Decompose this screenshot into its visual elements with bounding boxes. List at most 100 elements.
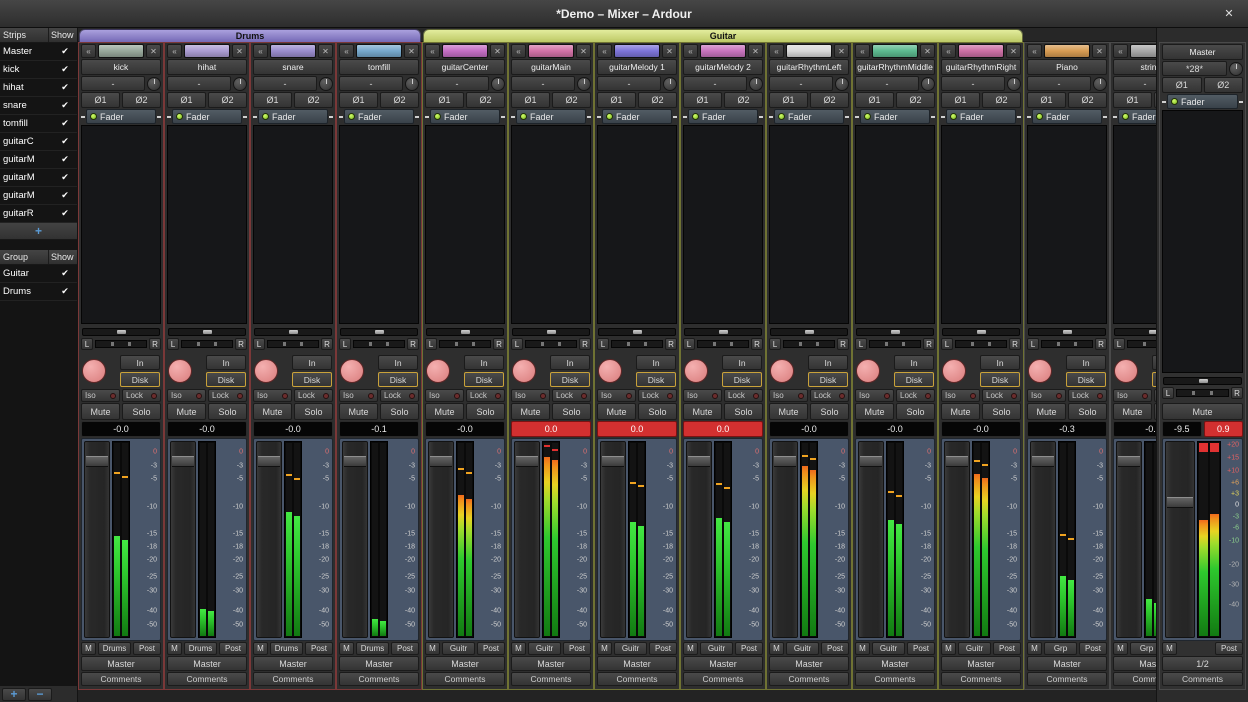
pan-control[interactable]: L R [81, 325, 161, 353]
track-name-button[interactable]: Piano [1027, 59, 1107, 75]
pan-thumb[interactable] [633, 330, 642, 334]
fader-processor[interactable]: Fader [258, 109, 328, 124]
meter-point-button[interactable]: Post [993, 642, 1021, 655]
monitor-input-button[interactable]: In [120, 355, 160, 370]
phase-2-button[interactable]: Ø2 [380, 92, 419, 108]
record-arm-button[interactable] [82, 359, 106, 383]
vca-button[interactable]: M [769, 642, 784, 655]
master-gain-display[interactable]: -9.5 [1162, 421, 1202, 437]
add-strip-button[interactable]: + [0, 223, 77, 240]
mute-button[interactable]: Mute [941, 403, 980, 420]
phase-1-button[interactable]: Ø1 [769, 92, 808, 108]
peak-display[interactable]: -0.0 [425, 421, 505, 437]
processor-enable-led[interactable] [176, 113, 183, 120]
pan-width-widget[interactable] [181, 340, 233, 348]
pan-thumb[interactable] [805, 330, 814, 334]
output-button[interactable]: Master [1027, 656, 1107, 671]
pan-slider[interactable] [856, 328, 934, 336]
track-name-button[interactable]: tomfill [339, 59, 419, 75]
master-meter-point-button[interactable]: Post [1215, 642, 1243, 655]
gain-fader[interactable] [600, 441, 626, 638]
phase-1-button[interactable]: Ø1 [339, 92, 378, 108]
phase-2-button[interactable]: Ø2 [982, 92, 1021, 108]
track-color-swatch[interactable] [614, 44, 660, 58]
pan-thumb[interactable] [1063, 330, 1072, 334]
vca-button[interactable]: M [1027, 642, 1042, 655]
strip-width-toggle[interactable]: « [855, 44, 870, 58]
peak-display[interactable]: 0.0 [683, 421, 763, 437]
solo-isolate-button[interactable]: Iso [339, 389, 378, 402]
strip-width-toggle[interactable]: « [683, 44, 698, 58]
vca-button[interactable]: M [425, 642, 440, 655]
phase-1-button[interactable]: Ø1 [253, 92, 292, 108]
track-color-swatch[interactable] [1044, 44, 1090, 58]
strip-width-toggle[interactable]: « [81, 44, 96, 58]
output-button[interactable]: Master [597, 656, 677, 671]
fader-processor[interactable]: Fader [1032, 109, 1102, 124]
monitor-input-button[interactable]: In [550, 355, 590, 370]
fader-processor[interactable]: Fader [946, 109, 1016, 124]
comments-button[interactable]: Comments [769, 672, 849, 686]
solo-button[interactable]: Solo [896, 403, 935, 420]
trim-knob[interactable] [577, 77, 591, 91]
monitor-disk-button[interactable]: Disk [636, 372, 676, 387]
strip-width-toggle[interactable]: « [511, 44, 526, 58]
phase-2-button[interactable]: Ø2 [552, 92, 591, 108]
solo-lock-button[interactable]: Lock [724, 389, 763, 402]
vca-button[interactable]: M [855, 642, 870, 655]
strip-list-item-show-checkbox[interactable]: ✔ [53, 46, 77, 57]
processor-box[interactable] [511, 125, 591, 324]
processor-enable-led[interactable] [434, 113, 441, 120]
gain-fader[interactable] [256, 441, 282, 638]
vca-button[interactable]: M [597, 642, 612, 655]
fader-thumb[interactable] [86, 456, 108, 467]
peak-display[interactable]: -0.0 [167, 421, 247, 437]
meter-point-button[interactable]: Post [821, 642, 849, 655]
trim-knob[interactable] [405, 77, 419, 91]
pan-width-widget[interactable] [1127, 340, 1156, 348]
record-arm-button[interactable] [770, 359, 794, 383]
phase-2-button[interactable]: Ø2 [294, 92, 333, 108]
input-button[interactable]: - [167, 76, 231, 91]
solo-isolate-button[interactable]: Iso [855, 389, 894, 402]
solo-button[interactable]: Solo [208, 403, 247, 420]
pan-control[interactable]: L R [683, 325, 763, 353]
output-button[interactable]: Master [683, 656, 763, 671]
monitor-input-button[interactable]: In [980, 355, 1020, 370]
fader-processor[interactable]: Fader [774, 109, 844, 124]
group-list-item-show-checkbox[interactable]: ✔ [53, 268, 77, 279]
solo-lock-button[interactable]: Lock [1068, 389, 1107, 402]
processor-box[interactable] [425, 125, 505, 324]
pan-thumb[interactable] [203, 330, 212, 334]
peak-display[interactable]: -0.3 [1027, 421, 1107, 437]
monitor-disk-button[interactable]: Disk [378, 372, 418, 387]
output-button[interactable]: Master [941, 656, 1021, 671]
fader-thumb[interactable] [516, 456, 538, 467]
gain-fader[interactable] [342, 441, 368, 638]
pan-control[interactable]: L R [1027, 325, 1107, 353]
processor-box[interactable] [253, 125, 333, 324]
strip-list-item-show-checkbox[interactable]: ✔ [53, 208, 77, 219]
master-fader-processor[interactable]: Fader [1167, 94, 1238, 109]
gain-fader[interactable] [772, 441, 798, 638]
strip-width-toggle[interactable]: « [597, 44, 612, 58]
record-arm-button[interactable] [168, 359, 192, 383]
track-name-button[interactable]: guitarRhythmLeft [769, 59, 849, 75]
solo-isolate-button[interactable]: Iso [167, 389, 206, 402]
pan-slider[interactable] [598, 328, 676, 336]
monitor-input-button[interactable]: In [464, 355, 504, 370]
pan-thumb[interactable] [547, 330, 556, 334]
input-button[interactable]: - [81, 76, 145, 91]
pan-slider[interactable] [426, 328, 504, 336]
pan-width-widget[interactable] [697, 340, 749, 348]
meter-point-button[interactable]: Post [133, 642, 161, 655]
output-button[interactable]: Master [339, 656, 419, 671]
gain-fader[interactable] [944, 441, 970, 638]
record-arm-button[interactable] [598, 359, 622, 383]
track-name-button[interactable]: guitarRhythmMiddle [855, 59, 935, 75]
strip-width-toggle[interactable]: « [1027, 44, 1042, 58]
pan-width-widget[interactable] [525, 340, 577, 348]
solo-isolate-button[interactable]: Iso [511, 389, 550, 402]
strip-list-item[interactable]: Master✔ [0, 43, 77, 61]
pan-control[interactable]: L R [769, 325, 849, 353]
